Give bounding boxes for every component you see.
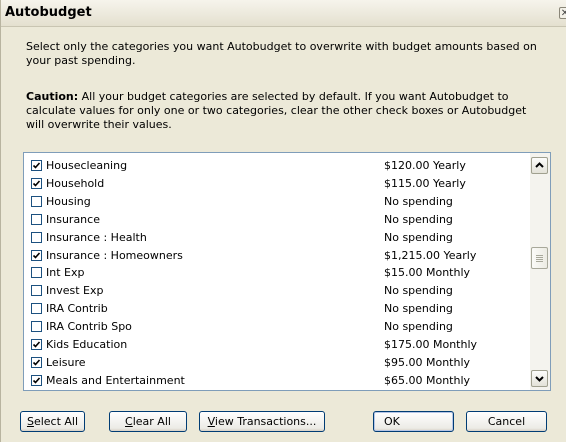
checkmark-icon: [32, 377, 41, 384]
category-amount: No spending: [384, 212, 453, 226]
select-all-label: elect All: [33, 415, 79, 428]
category-name: Housing: [46, 194, 91, 208]
list-item[interactable]: Housing No spending: [24, 194, 524, 211]
list-item[interactable]: Insurance : Health No spending: [24, 230, 524, 247]
vertical-scrollbar[interactable]: [530, 153, 550, 390]
checkbox-unchecked[interactable]: [31, 231, 42, 243]
list-item[interactable]: Int Exp $15.00 Monthly: [24, 265, 524, 282]
category-name: IRA Contrib: [46, 302, 108, 316]
list-item[interactable]: IRA Contrib Spo No spending: [24, 319, 524, 336]
checkmark-icon: [32, 359, 41, 366]
checkmark-icon: [32, 162, 41, 169]
thumb-grip-line: [536, 255, 543, 256]
list-item[interactable]: Housecleaning $120.00 Yearly: [24, 158, 524, 175]
category-amount: $15.00 Monthly: [384, 266, 471, 280]
clear-all-label: lear All: [132, 415, 171, 428]
view-transactions-label: iew Transactions...: [214, 415, 317, 428]
checkbox-unchecked[interactable]: [31, 321, 42, 333]
checkbox-checked[interactable]: [31, 339, 42, 350]
category-name: IRA Contrib Spo: [46, 320, 132, 334]
clear-all-accel: C: [125, 415, 133, 428]
checkbox-checked[interactable]: [31, 249, 42, 261]
list-item[interactable]: Household $115.00 Yearly: [24, 176, 524, 193]
category-amount: $115.00 Yearly: [384, 176, 466, 190]
category-name: Insurance : Health: [46, 230, 147, 244]
category-amount: $95.00 Monthly: [384, 355, 471, 369]
window-title: Autobudget: [5, 5, 92, 20]
scroll-down-button[interactable]: [531, 370, 548, 387]
caution-text: Caution: All your budget categories are …: [26, 90, 546, 132]
autobudget-dialog: Autobudget ✕ Select only the categories …: [0, 0, 566, 442]
category-name: Kids Education: [46, 338, 128, 351]
list-item[interactable]: Invest Exp No spending: [24, 283, 524, 300]
checkbox-checked[interactable]: [31, 177, 42, 189]
category-name: Insurance: [46, 212, 100, 226]
category-amount: $1,215.00 Yearly: [384, 248, 477, 262]
category-amount: $175.00 Monthly: [384, 338, 478, 351]
category-amount: $120.00 Yearly: [384, 159, 466, 172]
category-name: Household: [46, 176, 105, 190]
category-name: Meals and Entertainment: [46, 373, 185, 387]
category-list[interactable]: Housecleaning $120.00 Yearly Household $115…: [23, 152, 551, 391]
chevron-down-icon: [535, 376, 544, 382]
chevron-up-icon: [535, 162, 544, 168]
checkbox-unchecked[interactable]: [31, 267, 42, 279]
list-item[interactable]: Insurance : Homeowners $1,215.00 Yearly: [24, 248, 524, 265]
checkbox-unchecked[interactable]: [31, 285, 42, 297]
checkbox-unchecked[interactable]: [31, 195, 42, 207]
checkbox-unchecked[interactable]: [31, 213, 42, 225]
title-bar[interactable]: Autobudget ✕: [1, 0, 566, 27]
view-transactions-accel: V: [207, 415, 215, 428]
category-amount: No spending: [384, 302, 453, 316]
checkbox-checked[interactable]: [31, 356, 42, 368]
clear-all-button[interactable]: Clear All: [109, 411, 187, 432]
thumb-grip-line: [536, 259, 543, 260]
checkbox-checked[interactable]: [31, 160, 42, 171]
select-all-accel: S: [26, 415, 34, 428]
list-item[interactable]: Leisure $95.00 Monthly: [24, 355, 524, 372]
checkbox-unchecked[interactable]: [31, 303, 42, 315]
scroll-thumb[interactable]: [531, 247, 548, 269]
category-amount: No spending: [384, 194, 453, 208]
select-all-button[interactable]: Select All: [20, 411, 85, 432]
scroll-up-button[interactable]: [531, 157, 548, 174]
ok-button[interactable]: OK: [373, 411, 454, 432]
list-item[interactable]: Kids Education $175.00 Monthly: [24, 337, 524, 354]
category-amount: $65.00 Monthly: [384, 373, 471, 387]
checkbox-checked[interactable]: [31, 374, 42, 386]
checkmark-icon: [32, 341, 41, 348]
category-amount: No spending: [384, 320, 453, 334]
category-name: Insurance : Homeowners: [46, 248, 183, 262]
category-amount: No spending: [384, 284, 453, 298]
list-item[interactable]: Insurance No spending: [24, 212, 524, 229]
caution-body: All your budget categories are selected …: [26, 90, 527, 131]
view-transactions-button[interactable]: View Transactions...: [199, 411, 325, 432]
close-icon[interactable]: ✕: [559, 7, 566, 19]
category-name: Housecleaning: [46, 159, 128, 172]
thumb-grip-line: [536, 261, 543, 262]
category-name: Int Exp: [46, 266, 85, 280]
checkmark-icon: [32, 251, 41, 259]
category-name: Invest Exp: [46, 284, 104, 298]
cancel-button[interactable]: Cancel: [466, 411, 547, 432]
category-name: Leisure: [46, 355, 86, 369]
caution-label: Caution:: [26, 90, 79, 103]
list-item[interactable]: Meals and Entertainment $65.00 Monthly: [24, 373, 524, 390]
intro-text: Select only the categories you want Auto…: [26, 40, 537, 67]
list-item[interactable]: IRA Contrib No spending: [24, 301, 524, 318]
category-amount: No spending: [384, 230, 453, 244]
checkmark-icon: [32, 180, 41, 187]
thumb-grip-line: [536, 257, 543, 258]
